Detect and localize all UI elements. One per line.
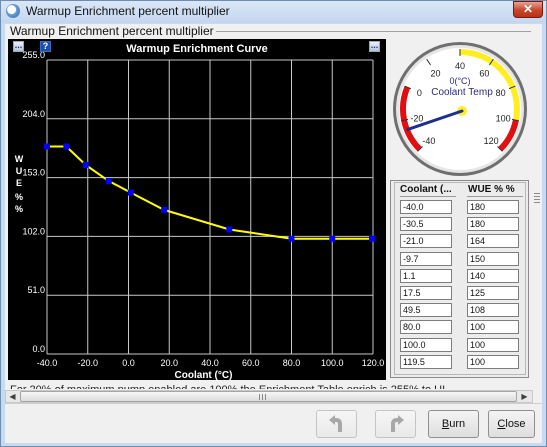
coolant-header-underline [400,196,456,197]
gauge-tick-label: -40 [422,136,435,146]
gauge-tick-label: 80 [496,88,506,98]
data-point [226,226,233,233]
x-tick-label: 20.0 [160,358,178,368]
wue-column-header[interactable]: WUE % % [468,184,524,196]
coolant-cell[interactable]: 17.5 [400,286,452,300]
close-window-button[interactable]: ✕ [513,1,543,18]
y-axis-label-part: E [16,178,22,188]
coolant-cell[interactable]: 1.1 [400,269,452,283]
warmup-enrichment-chart[interactable]: Warmup Enrichment Curve -40.0 -20.0 0.0 20.0… [8,39,386,380]
data-point [368,235,375,242]
vertical-scroll-grip[interactable] [534,193,540,203]
chart-menu-right-button[interactable]: ... [369,41,380,52]
x-tick-label: 100.0 [321,358,344,368]
y-axis-label-part: W [15,154,24,164]
gauge-value-readout: 0(°C) [449,76,470,86]
redo-icon [391,415,404,432]
data-point [288,235,295,242]
gauge-label: Coolant Temp [431,87,493,98]
x-tick-label: -20.0 [77,358,98,368]
wue-cell[interactable]: 100 [467,355,519,369]
burn-label-rest: urn [449,418,466,430]
series-line [47,145,372,240]
wue-cell[interactable]: 180 [467,200,519,214]
wue-cell[interactable]: 108 [467,303,519,317]
gauge-tick-label: 60 [479,68,489,78]
y-tick-label: 153.0 [22,168,45,178]
app-icon [6,4,20,18]
chart-menu-left-button[interactable]: ... [13,41,24,52]
data-point [127,189,134,196]
y-tick-label: 51.0 [27,285,45,295]
y-tick-label: 204.0 [22,109,45,119]
y-tick-label: 102.0 [22,226,45,236]
scroll-thumb-grip-icon [259,394,266,400]
data-point [161,206,168,213]
redo-button[interactable] [375,410,416,438]
coolant-cell[interactable]: -30.5 [400,217,452,231]
window-title: Warmup Enrichment percent multiplier [26,4,230,18]
x-tick-label: 40.0 [201,358,219,368]
data-point [44,143,50,150]
x-axis-label: Coolant (°C) [175,370,233,380]
wue-cell[interactable]: 100 [467,320,519,334]
y-tick-label: 0.0 [32,344,45,354]
x-tick-label: 80.0 [283,358,301,368]
wue-cell[interactable]: 180 [467,217,519,231]
chart-help-button[interactable]: ? [40,41,51,52]
coolant-column-header[interactable]: Coolant (... [400,184,460,196]
data-point [105,178,112,185]
scroll-right-icon[interactable]: ▶ [518,391,531,402]
wue-cell[interactable]: 100 [467,338,519,352]
gauge-tick-label: 100 [496,114,511,124]
y-axis-label: W U E%% [15,154,24,214]
gauge-tick-label: 0 [417,88,422,98]
coolant-cell[interactable]: 100.0 [400,338,452,352]
coolant-temp-gauge: -40 -20 0 20 40 60 80 100 120 0(°C)Coolant Temp [393,42,527,176]
coolant-cell[interactable]: 119.5 [400,355,452,369]
close-button[interactable]: Close [488,410,535,438]
scroll-left-icon[interactable]: ◀ [6,391,19,402]
gauge-tick-label: -20 [410,114,423,124]
gauge-tick-label: 120 [484,136,499,146]
wue-cell[interactable]: 125 [467,286,519,300]
undo-button[interactable] [316,410,357,438]
coolant-cell[interactable]: -21.0 [400,234,452,248]
wue-header-underline [467,196,523,197]
y-axis-label-part: % [15,192,23,202]
gauge-tick-label: 20 [431,68,441,78]
undo-icon [329,415,342,432]
wue-cell[interactable]: 150 [467,252,519,266]
vertical-scrollbar[interactable] [531,31,542,381]
group-divider [203,31,536,32]
x-tick-label: 0.0 [122,358,135,368]
data-point [82,161,89,168]
y-axis-label-part: U [16,166,23,176]
burn-button[interactable]: Burn [428,410,479,438]
wue-cell[interactable]: 140 [467,269,519,283]
coolant-cell[interactable]: -40.0 [400,200,452,214]
wue-cell[interactable]: 164 [467,234,519,248]
gauge-tick-label: 40 [455,61,465,71]
coolant-cell[interactable]: 49.5 [400,303,452,317]
coolant-cell[interactable]: 80.0 [400,320,452,334]
info-text: For 20% of maximum pump enabled are 100%… [10,380,470,389]
data-point [329,235,336,242]
close-label-rest: lose [505,418,526,430]
chart-title: Warmup Enrichment Curve [126,43,267,55]
coolant-cell[interactable]: -9.7 [400,252,452,266]
group-label: Warmup Enrichment percent multiplier [10,24,216,38]
x-tick-label: 60.0 [242,358,260,368]
x-tick-label: -40.0 [37,358,58,368]
data-point [63,143,70,150]
x-tick-label: 120.0 [362,358,385,368]
horizontal-scroll-thumb[interactable] [20,391,517,402]
y-axis-label-part: % [15,204,23,214]
